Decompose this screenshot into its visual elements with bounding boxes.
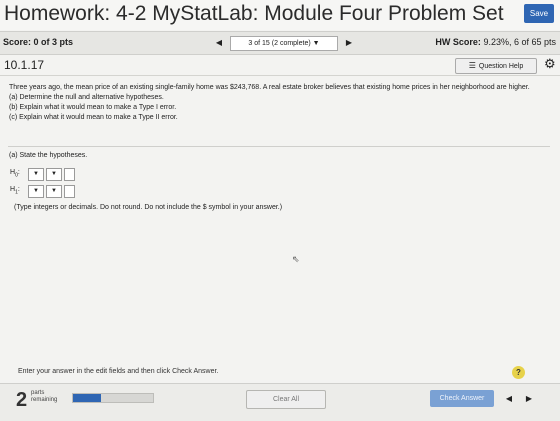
check-answer-button[interactable]: Check Answer (430, 390, 494, 407)
next-question-button[interactable]: ▶ (340, 35, 358, 51)
h0-parameter-dropdown[interactable]: ▼ (28, 168, 44, 181)
part-a-label: (a) State the hypotheses. (9, 152, 88, 159)
next-button[interactable]: ▶ (520, 390, 538, 407)
h0-operator-dropdown[interactable]: ▼ (46, 168, 62, 181)
previous-button[interactable]: ◀ (500, 390, 518, 407)
h1-value-input[interactable] (64, 185, 75, 198)
problem-statement: Three years ago, the mean price of an ex… (9, 83, 549, 123)
page-title: Homework: 4-2 MyStatLab: Module Four Pro… (4, 2, 504, 25)
h1-operator-dropdown[interactable]: ▼ (46, 185, 62, 198)
question-number: 10.1.17 (4, 58, 45, 72)
help-icon[interactable]: ? (512, 366, 525, 379)
hw-score-value: 9.23%, 6 of 65 pts (483, 37, 556, 47)
question-help-label: Question Help (478, 63, 524, 70)
parts-remaining-count: 2 (16, 389, 28, 411)
question-help-button[interactable]: ☰ Question Help (455, 58, 537, 74)
parts-progress-fill (73, 394, 101, 402)
problem-item-c: (c) Explain what it would mean to make a… (9, 114, 178, 121)
question-select[interactable]: 3 of 15 (2 complete) ▼ (230, 36, 338, 51)
gear-icon[interactable]: ⚙ (544, 57, 556, 71)
answer-hint: (Type integers or decimals. Do not round… (14, 204, 283, 211)
parts-remaining-label: parts remaining (31, 390, 58, 403)
mouse-cursor-icon: ⇖ (292, 254, 300, 264)
divider (8, 146, 550, 147)
previous-question-button[interactable]: ◀ (210, 35, 228, 51)
title-bar: Homework: 4-2 MyStatLab: Module Four Pro… (0, 0, 560, 30)
list-icon: ☰ (468, 61, 476, 70)
clear-all-button[interactable]: Clear All (246, 390, 326, 409)
save-button[interactable]: Save (524, 4, 554, 23)
hw-score-label: HW Score: (435, 37, 481, 47)
problem-item-a: (a) Determine the null and alternative h… (9, 94, 164, 101)
score-bar: Score: 0 of 3 pts ◀ 3 of 15 (2 complete)… (0, 31, 560, 55)
question-bar: 10.1.17 ☰ Question Help ⚙ (0, 55, 560, 76)
h1-parameter-dropdown[interactable]: ▼ (28, 185, 44, 198)
problem-item-b: (b) Explain what it would mean to make a… (9, 104, 177, 111)
question-score: Score: 0 of 3 pts (3, 37, 74, 47)
h1-label: H1: (10, 186, 20, 196)
parts-progress-bar (72, 393, 154, 403)
h0-label: H0: (10, 169, 20, 179)
footer-instruction: Enter your answer in the edit fields and… (18, 368, 219, 375)
h0-value-input[interactable] (64, 168, 75, 181)
bottom-bar: 2 parts remaining Clear All Check Answer… (0, 383, 560, 421)
hw-score: HW Score: 9.23%, 6 of 65 pts (435, 37, 556, 47)
problem-intro: Three years ago, the mean price of an ex… (9, 84, 530, 91)
